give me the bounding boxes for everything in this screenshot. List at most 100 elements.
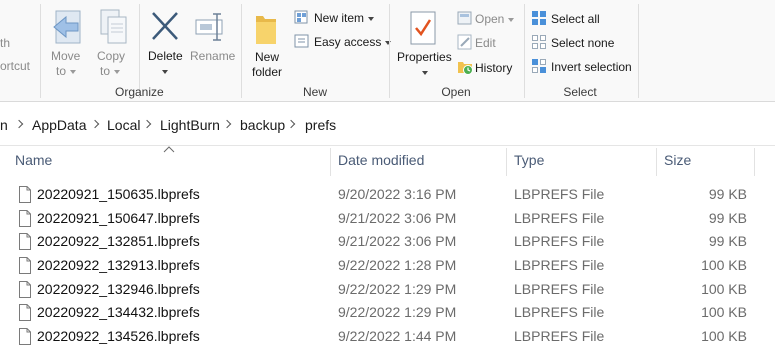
open-label: Open (475, 12, 515, 26)
file-date: 9/22/2022 1:29 PM (338, 281, 457, 297)
group-separator (40, 4, 41, 98)
file-icon (19, 304, 31, 321)
easy-access-icon (294, 34, 309, 48)
invert-selection-label: Invert selection (551, 60, 632, 74)
column-header-size[interactable]: Size (664, 152, 691, 168)
file-type: LBPREFS File (514, 257, 605, 273)
file-date: 9/21/2022 3:06 PM (338, 210, 457, 226)
file-date: 9/22/2022 1:44 PM (338, 328, 457, 344)
copy-to-label-line2: to (100, 64, 121, 78)
breadcrumb-item[interactable]: n (0, 117, 8, 133)
open-group-label: Open (441, 85, 471, 99)
delete-icon (152, 12, 178, 40)
file-row[interactable]: 20220921_150635.lbprefs 9/20/2022 3:16 P… (0, 183, 775, 206)
chevron-down-icon (162, 70, 168, 74)
easy-access-label: Easy access (314, 35, 392, 49)
file-row[interactable]: 20220922_132913.lbprefs 9/22/2022 1:28 P… (0, 254, 775, 277)
column-divider[interactable] (506, 148, 507, 176)
column-divider[interactable] (330, 148, 331, 176)
copy-to-icon (100, 9, 127, 44)
breadcrumb-item[interactable]: AppData (32, 117, 86, 133)
column-header-date[interactable]: Date modified (338, 152, 424, 168)
file-icon (19, 233, 31, 250)
file-date: 9/22/2022 1:29 PM (338, 304, 457, 320)
chevron-right-icon[interactable] (14, 119, 24, 129)
select-all-icon (532, 11, 546, 25)
file-row[interactable]: 20220922_132946.lbprefs 9/22/2022 1:29 P… (0, 278, 775, 301)
new-folder-label-line2: folder (252, 65, 283, 79)
file-icon (19, 328, 31, 345)
chevron-right-icon[interactable] (286, 119, 296, 129)
edit-label: Edit (475, 36, 496, 50)
select-none-label: Select none (551, 36, 615, 50)
breadcrumb-item[interactable]: prefs (305, 117, 336, 133)
edit-icon (457, 34, 472, 50)
chevron-right-icon[interactable] (90, 119, 100, 129)
open-icon (457, 11, 472, 25)
select-all-label: Select all (551, 12, 600, 26)
properties-label: Properties (397, 50, 452, 64)
new-item-label: New item (314, 11, 375, 25)
file-icon (19, 281, 31, 298)
properties-icon (410, 11, 436, 45)
file-name: 20220922_132946.lbprefs (37, 281, 200, 297)
file-row[interactable]: 20220922_134526.lbprefs 9/22/2022 1:44 P… (0, 325, 775, 346)
group-separator (241, 4, 242, 98)
rename-icon (195, 13, 223, 41)
file-name: 20220921_150635.lbprefs (37, 186, 200, 202)
copy-path-label[interactable]: th (0, 36, 10, 50)
chevron-down-icon (508, 17, 515, 22)
select-group-label: Select (563, 85, 597, 99)
column-header-name[interactable]: Name (15, 152, 52, 168)
invert-selection-icon (532, 59, 546, 73)
chevron-right-icon[interactable] (142, 119, 152, 129)
file-size: 99 KB (708, 233, 747, 249)
column-divider[interactable] (656, 148, 657, 176)
new-folder-icon (256, 16, 276, 44)
new-folder-label-line1: New (255, 50, 280, 64)
file-row[interactable]: 20220922_134432.lbprefs 9/22/2022 1:29 P… (0, 301, 775, 324)
address-bar[interactable]: n AppData Local LightBurn backup prefs (0, 102, 775, 146)
file-type: LBPREFS File (514, 304, 605, 320)
file-type: LBPREFS File (514, 233, 605, 249)
file-name: 20220922_134432.lbprefs (37, 304, 200, 320)
group-separator (139, 4, 140, 98)
file-type: LBPREFS File (514, 281, 605, 297)
history-label: History (475, 61, 513, 75)
rename-label: Rename (190, 49, 236, 63)
chevron-down-icon (114, 69, 121, 74)
column-header-type[interactable]: Type (514, 152, 544, 168)
file-row[interactable]: 20220921_150647.lbprefs 9/21/2022 3:06 P… (0, 207, 775, 230)
new-item-icon (294, 10, 308, 24)
move-to-label-line1: Move (51, 49, 81, 63)
file-size: 99 KB (708, 210, 747, 226)
select-none-icon (532, 35, 546, 49)
file-name: 20220921_150647.lbprefs (37, 210, 200, 226)
chevron-right-icon[interactable] (222, 119, 232, 129)
column-divider[interactable] (754, 148, 755, 176)
file-date: 9/22/2022 1:28 PM (338, 257, 457, 273)
copy-to-label-line1: Copy (97, 49, 126, 63)
file-name: 20220922_132913.lbprefs (37, 257, 200, 273)
history-icon (458, 62, 473, 75)
delete-label: Delete (148, 49, 183, 63)
group-separator (638, 4, 639, 98)
move-to-label-line2: to (56, 64, 77, 78)
breadcrumb-item[interactable]: LightBurn (160, 117, 220, 133)
breadcrumb-item[interactable]: backup (240, 117, 285, 133)
file-name: 20220922_134526.lbprefs (37, 328, 200, 344)
file-date: 9/21/2022 3:06 PM (338, 233, 457, 249)
file-type: LBPREFS File (514, 210, 605, 226)
group-separator (389, 4, 390, 98)
file-icon (19, 210, 31, 227)
move-to-icon (53, 10, 81, 44)
file-size: 100 KB (701, 328, 747, 344)
ribbon: th ortcut Move to Copy to Delete Rename … (0, 0, 775, 102)
breadcrumb-item[interactable]: Local (107, 117, 140, 133)
chevron-down-icon (422, 71, 428, 75)
file-row[interactable]: 20220922_132851.lbprefs 9/21/2022 3:06 P… (0, 230, 775, 253)
paste-shortcut-label[interactable]: ortcut (0, 59, 30, 73)
file-size: 99 KB (708, 186, 747, 202)
sort-ascending-icon (163, 146, 175, 153)
file-name: 20220922_132851.lbprefs (37, 233, 200, 249)
